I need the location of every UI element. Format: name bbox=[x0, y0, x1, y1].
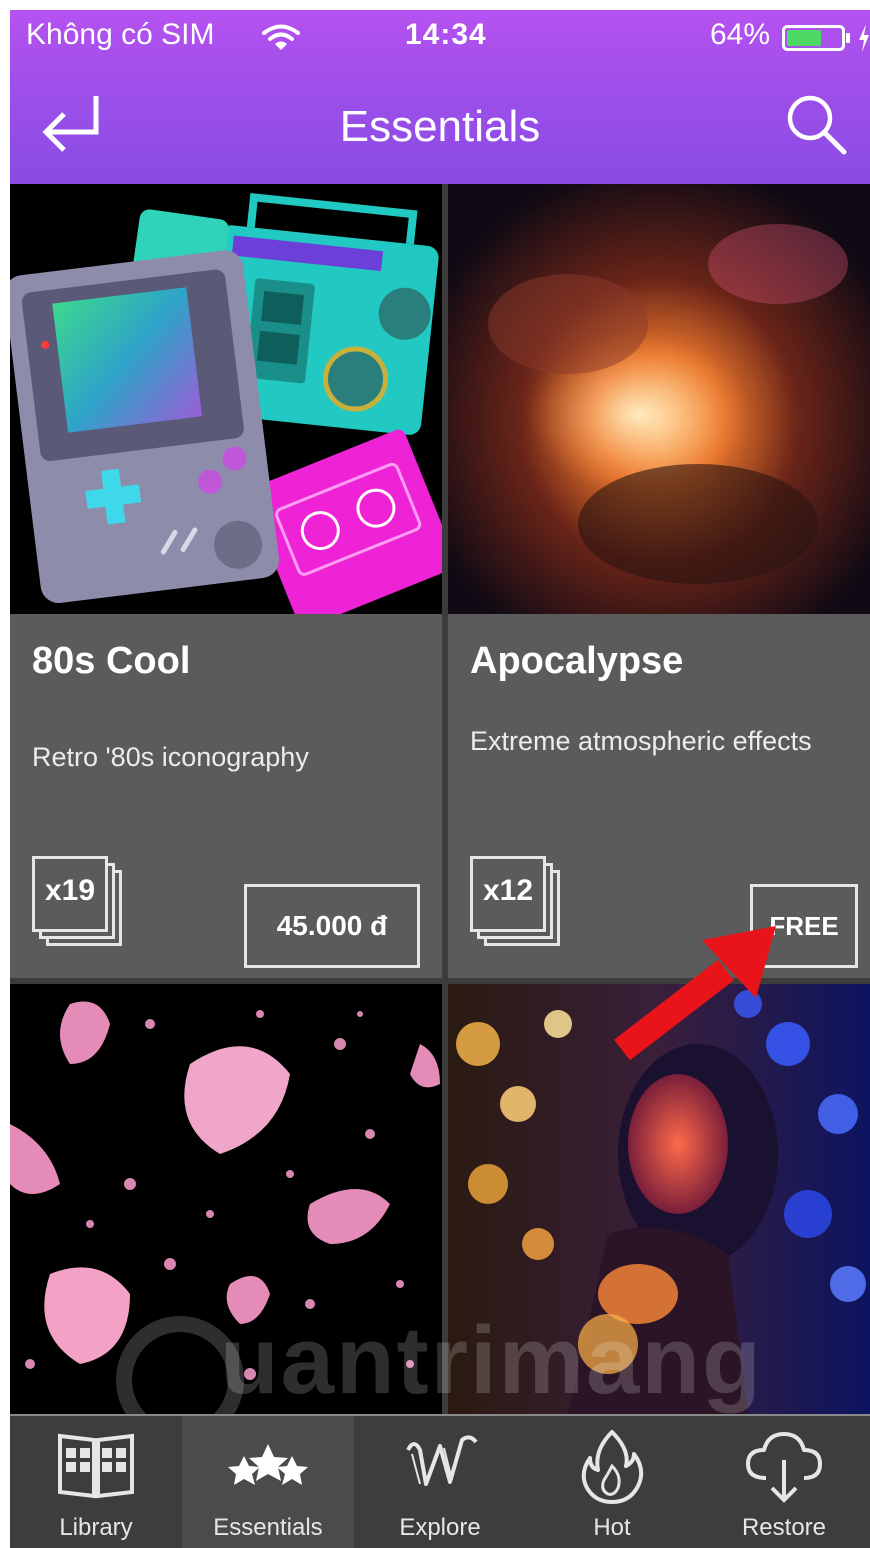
buy-button[interactable]: 45.000 đ bbox=[244, 884, 420, 968]
pack-card-80s-cool[interactable]: 80s Cool Retro '80s iconography x19 45.0… bbox=[10, 184, 442, 978]
tab-restore[interactable]: Restore bbox=[698, 1416, 870, 1548]
page-frame: Không có SIM 14:34 64% Essentials 80s Co… bbox=[0, 0, 870, 1548]
status-carrier: Không có SIM bbox=[26, 18, 215, 51]
item-count-badge: x19 bbox=[32, 856, 130, 952]
pack-card-apocalypse[interactable]: Apocalypse Extreme atmospheric effects x… bbox=[448, 184, 870, 978]
item-count: x12 bbox=[482, 874, 534, 907]
tab-label: Explore bbox=[399, 1514, 481, 1541]
tab-explore[interactable]: Explore bbox=[354, 1416, 526, 1548]
pack-title: 80s Cool bbox=[32, 640, 191, 682]
tab-library[interactable]: Library bbox=[10, 1416, 182, 1548]
tab-label: Hot bbox=[593, 1514, 631, 1541]
tab-essentials[interactable]: Essentials bbox=[182, 1416, 354, 1548]
phone-screen: Không có SIM 14:34 64% Essentials 80s Co… bbox=[10, 10, 870, 1548]
pack-thumbnail-80s-cool[interactable] bbox=[10, 184, 442, 614]
wifi-icon bbox=[262, 24, 300, 50]
charging-bolt-icon bbox=[859, 24, 869, 52]
library-icon bbox=[58, 1433, 134, 1499]
status-battery-percent: 64% bbox=[709, 18, 770, 51]
flame-icon bbox=[581, 1430, 644, 1504]
stars-icon bbox=[228, 1444, 308, 1485]
search-icon[interactable] bbox=[784, 92, 848, 156]
pack-description: Extreme atmospheric effects bbox=[470, 726, 812, 756]
tab-label: Restore bbox=[741, 1514, 827, 1541]
tab-label: Library bbox=[59, 1514, 133, 1541]
battery-icon bbox=[782, 25, 850, 51]
pack-info-80s-cool: 80s Cool Retro '80s iconography x19 45.0… bbox=[10, 614, 442, 978]
cloud-download-icon bbox=[746, 1432, 822, 1503]
status-time: 14:34 bbox=[405, 18, 487, 51]
bottom-tab-bar: Library Essentials Explore Hot Restore bbox=[10, 1414, 870, 1548]
item-count: x19 bbox=[44, 874, 96, 907]
tab-hot[interactable]: Hot bbox=[526, 1416, 698, 1548]
pack-thumbnail-apocalypse[interactable] bbox=[448, 184, 870, 614]
stack-sheet: x12 bbox=[470, 856, 546, 932]
page-title: Essentials bbox=[339, 102, 541, 151]
app-header: Không có SIM 14:34 64% Essentials bbox=[10, 10, 870, 184]
tab-label: Essentials bbox=[213, 1514, 323, 1541]
pack-description: Retro '80s iconography bbox=[32, 742, 309, 772]
annotation-arrow-icon bbox=[614, 926, 776, 1061]
stack-sheet: x19 bbox=[32, 856, 108, 932]
watermark-text: uantrimang bbox=[220, 1307, 763, 1414]
item-count-badge: x12 bbox=[470, 856, 568, 952]
explore-w-icon bbox=[406, 1435, 478, 1486]
pack-title: Apocalypse bbox=[470, 640, 684, 682]
